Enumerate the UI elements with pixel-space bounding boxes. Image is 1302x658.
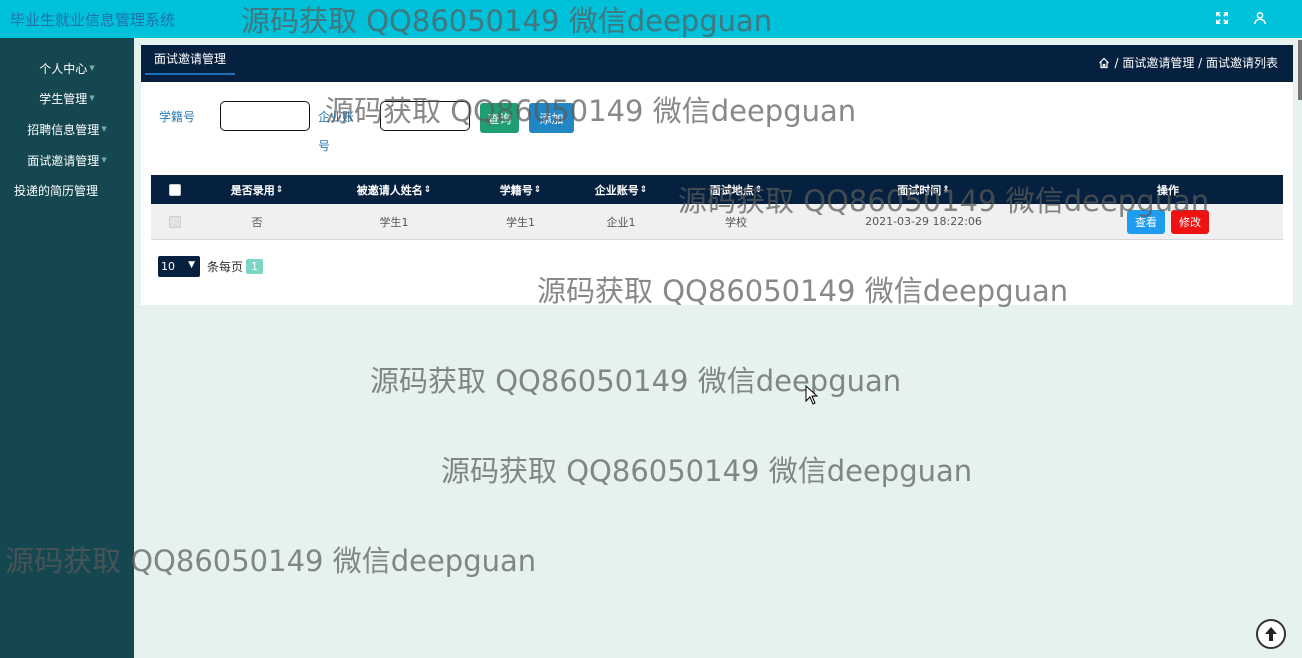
sort-icon: ⇕	[942, 184, 950, 195]
student-id-input[interactable]	[220, 101, 310, 131]
sidebar: 个人中心 ▼ 学生管理 ▼ 招聘信息管理 ▼ 面试邀请管理 ▼ 投递的简历管理	[0, 38, 134, 658]
sidebar-item-label: 招聘信息管理	[27, 122, 100, 137]
cell-invitee-name: 学生1	[379, 215, 409, 229]
sort-icon: ⇕	[754, 184, 763, 195]
view-button[interactable]: 查看	[1127, 209, 1165, 234]
sidebar-item-interview-invitation-management[interactable]: 面试邀请管理 ▼	[0, 148, 134, 172]
row-checkbox[interactable]	[169, 215, 181, 228]
sort-icon: ⇕	[639, 184, 648, 195]
sidebar-item-label: 个人中心	[39, 61, 88, 76]
column-header-student-id[interactable]: 学籍号 ⇕	[473, 175, 568, 204]
arrow-up-icon	[1265, 627, 1277, 641]
sort-icon: ⇕	[533, 184, 542, 195]
home-icon[interactable]	[1098, 57, 1110, 69]
sort-icon: ⇕	[275, 184, 284, 195]
sidebar-item-student-management[interactable]: 学生管理 ▼	[0, 86, 134, 110]
content-header: 面试邀请管理 / 面试邀请管理 / 面试邀请列表	[141, 45, 1293, 82]
table-header: 是否录用 ⇕ 被邀请人姓名 ⇕ 学籍号 ⇕ 企业账号 ⇕ 面试地点 ⇕ 面试时间 ⇕ 操作	[151, 175, 1283, 204]
breadcrumb-text: / 面试邀请管理 / 面试邀请列表	[1114, 56, 1278, 70]
cell-hired: 否	[251, 215, 263, 229]
cell-actions: 查看 修改	[1111, 204, 1225, 239]
cell-student-id: 学生1	[506, 215, 535, 229]
watermark-text: 源码获取 QQ86050149 微信deepguan	[370, 364, 902, 398]
pagination: 10 ▼ 条每页 1	[158, 256, 264, 277]
column-header-actions: 操作	[1157, 183, 1179, 197]
chevron-down-icon: ▼	[89, 94, 95, 102]
column-header-hired[interactable]: 是否录用 ⇕	[207, 175, 307, 204]
edit-button[interactable]: 修改	[1171, 209, 1209, 234]
sidebar-item-personal-center[interactable]: 个人中心 ▼	[0, 56, 134, 80]
sidebar-item-resume-management[interactable]: 投递的简历管理	[0, 178, 134, 202]
dropdown-arrow-icon: ▼	[188, 260, 195, 270]
per-page-label: 条每页	[207, 260, 244, 274]
scroll-to-top-button[interactable]	[1256, 619, 1286, 649]
watermark-text: 源码获取 QQ86050149 微信deepguan	[441, 454, 973, 488]
column-header-company-account[interactable]: 企业账号 ⇕	[571, 175, 671, 204]
cell-time: 2021-03-29 18:22:06	[865, 215, 982, 228]
user-icon[interactable]	[1248, 7, 1272, 29]
mouse-cursor-icon	[805, 385, 819, 405]
table-row: 否 学生1 学生1 企业1 学校 2021-03-29 18:22:06 查看 …	[151, 204, 1283, 240]
cell-company-account: 企业1	[606, 215, 636, 229]
breadcrumb: / 面试邀请管理 / 面试邀请列表	[1098, 54, 1278, 71]
column-header-time[interactable]: 面试时间 ⇕	[851, 175, 996, 204]
chevron-down-icon: ▼	[101, 156, 107, 164]
column-header-location[interactable]: 面试地点 ⇕	[686, 175, 786, 204]
sidebar-item-label: 面试邀请管理	[27, 153, 100, 168]
page-number-button[interactable]: 1	[246, 259, 264, 274]
app-title: 毕业生就业信息管理系统	[10, 11, 176, 29]
cell-location: 学校	[725, 215, 747, 229]
sort-icon: ⇕	[423, 184, 432, 195]
page-size-select[interactable]: 10 ▼	[158, 256, 200, 277]
company-account-label: 企业账	[318, 110, 355, 124]
sidebar-item-label: 学生管理	[39, 91, 88, 106]
fullscreen-icon[interactable]	[1210, 7, 1234, 29]
scrollbar[interactable]	[1298, 40, 1302, 100]
top-bar: 毕业生就业信息管理系统	[0, 0, 1302, 38]
add-button[interactable]: 添加	[529, 103, 574, 133]
select-all-checkbox[interactable]	[169, 183, 181, 196]
chevron-down-icon: ▼	[101, 125, 107, 133]
sidebar-item-job-info-management[interactable]: 招聘信息管理 ▼	[0, 117, 134, 141]
company-account-label-suffix: 号	[318, 139, 331, 153]
column-header-invitee-name[interactable]: 被邀请人姓名 ⇕	[324, 175, 464, 204]
student-id-label: 学籍号	[159, 110, 196, 124]
company-account-input[interactable]	[380, 101, 470, 131]
tab-interview-invitation[interactable]: 面试邀请管理	[145, 51, 236, 75]
query-button[interactable]: 查询	[480, 103, 519, 133]
main-panel: 学籍号 企业账 号 查询 添加 是否录用 ⇕ 被邀请人姓名 ⇕ 学籍号 ⇕ 企业账号 ⇕…	[141, 82, 1293, 305]
invitation-table: 是否录用 ⇕ 被邀请人姓名 ⇕ 学籍号 ⇕ 企业账号 ⇕ 面试地点 ⇕ 面试时间 ⇕ 操作 …	[151, 175, 1283, 240]
chevron-down-icon: ▼	[89, 64, 95, 72]
sidebar-item-label: 投递的简历管理	[14, 183, 99, 198]
